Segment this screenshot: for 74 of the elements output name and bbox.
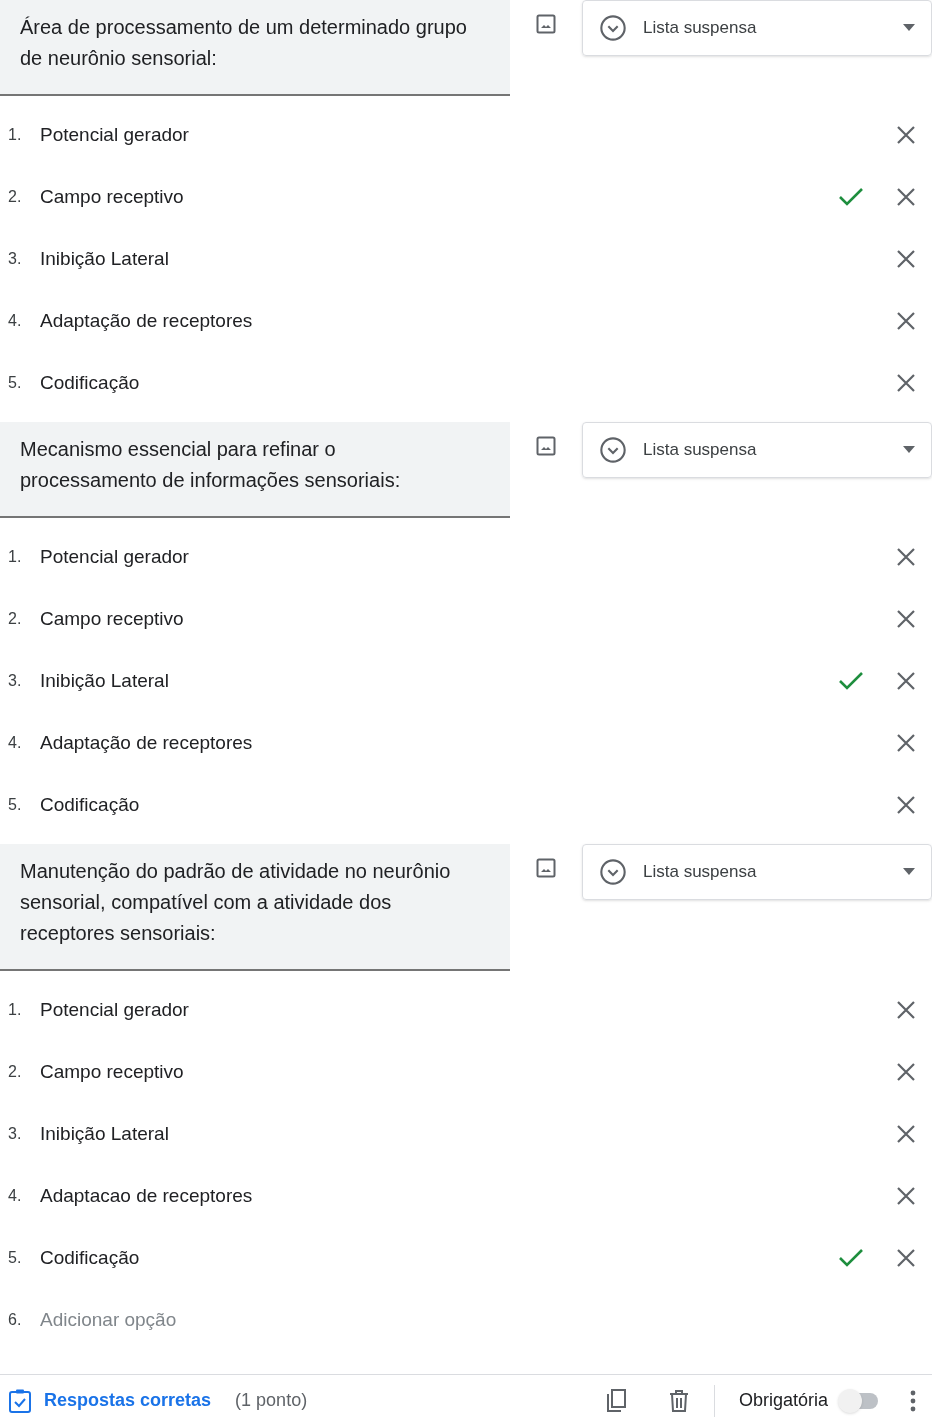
close-icon[interactable] — [896, 609, 916, 629]
close-icon[interactable] — [896, 125, 916, 145]
question-type-label: Lista suspensa — [643, 17, 758, 40]
question-type-label: Lista suspensa — [643, 861, 758, 884]
trash-icon[interactable] — [667, 1388, 690, 1413]
more-icon[interactable] — [910, 1389, 916, 1412]
question-title-field[interactable]: Manutenção do padrão de atividade no neurônio sensorial, compatível com a atividade dos receptores sensoriais: — [0, 844, 510, 971]
close-icon[interactable] — [896, 311, 916, 331]
close-icon[interactable] — [896, 547, 916, 567]
option-number: 3. — [8, 1124, 23, 1144]
option-text[interactable]: Codificação — [40, 1243, 838, 1273]
close-icon[interactable] — [896, 1000, 916, 1020]
check-icon — [838, 1248, 864, 1268]
close-icon[interactable] — [896, 1248, 916, 1268]
add-option-link[interactable]: Adicionar opção — [40, 1305, 177, 1335]
option-number: 4. — [8, 311, 23, 331]
close-icon[interactable] — [896, 1062, 916, 1082]
close-icon[interactable] — [896, 1186, 916, 1206]
close-icon[interactable] — [896, 795, 916, 815]
option-number: 1. — [8, 1000, 23, 1020]
question-type-dropdown[interactable]: Lista suspensa — [582, 0, 932, 56]
caret-icon — [903, 24, 915, 32]
option-number: 2. — [8, 609, 23, 629]
option-number: 6. — [8, 1310, 23, 1330]
option-text[interactable]: Campo receptivo — [40, 182, 838, 212]
check-icon — [838, 671, 864, 691]
option-number: 1. — [8, 125, 23, 145]
image-icon[interactable] — [534, 434, 558, 458]
chevron-circle-icon — [599, 436, 627, 464]
option-number: 2. — [8, 1062, 23, 1082]
option-number: 5. — [8, 373, 23, 393]
close-icon[interactable] — [896, 671, 916, 691]
image-icon[interactable] — [534, 856, 558, 880]
question-type-dropdown[interactable]: Lista suspensa — [582, 844, 932, 900]
option-text[interactable]: Codificação — [40, 368, 838, 398]
option-number: 3. — [8, 671, 23, 691]
option-text[interactable]: Inibição Lateral — [40, 666, 838, 696]
check-icon — [838, 187, 864, 207]
option-text[interactable]: Campo receptivo — [40, 1057, 838, 1087]
question-title-field[interactable]: Mecanismo essencial para refinar o processamento de informações sensoriais: — [0, 422, 510, 518]
points-label: (1 ponto) — [235, 1389, 308, 1412]
option-text[interactable]: Potencial gerador — [40, 120, 838, 150]
close-icon[interactable] — [896, 249, 916, 269]
clipboard-check-icon[interactable] — [8, 1387, 32, 1414]
close-icon[interactable] — [896, 733, 916, 753]
option-text[interactable]: Campo receptivo — [40, 604, 838, 634]
caret-icon — [903, 446, 915, 454]
caret-icon — [903, 868, 915, 876]
option-number: 5. — [8, 1248, 23, 1268]
image-icon[interactable] — [534, 12, 558, 36]
option-text[interactable]: Potencial gerador — [40, 995, 838, 1025]
option-text[interactable]: Adaptacao de receptores — [40, 1181, 838, 1211]
chevron-circle-icon — [599, 14, 627, 42]
required-label: Obrigatória — [738, 1389, 828, 1412]
option-number: 3. — [8, 249, 23, 269]
chevron-circle-icon — [599, 858, 627, 886]
option-number: 2. — [8, 187, 23, 207]
option-text[interactable]: Inibição Lateral — [40, 244, 838, 274]
option-number: 1. — [8, 547, 23, 567]
option-text[interactable]: Codificação — [40, 790, 838, 820]
question-title-field[interactable]: Área de processamento de um determinado grupo de neurônio sensorial: — [0, 0, 510, 96]
option-text[interactable]: Adaptação de receptores — [40, 306, 838, 336]
close-icon[interactable] — [896, 1124, 916, 1144]
question-type-label: Lista suspensa — [643, 439, 758, 462]
close-icon[interactable] — [896, 187, 916, 207]
option-number: 4. — [8, 733, 23, 753]
question-type-dropdown[interactable]: Lista suspensa — [582, 422, 932, 478]
option-number: 4. — [8, 1186, 23, 1206]
option-text[interactable]: Potencial gerador — [40, 542, 838, 572]
option-text[interactable]: Inibição Lateral — [40, 1119, 838, 1149]
option-text[interactable]: Adaptação de receptores — [40, 728, 838, 758]
close-icon[interactable] — [896, 373, 916, 393]
option-number: 5. — [8, 795, 23, 815]
answer-key-button[interactable]: Respostas corretas — [44, 1387, 212, 1414]
